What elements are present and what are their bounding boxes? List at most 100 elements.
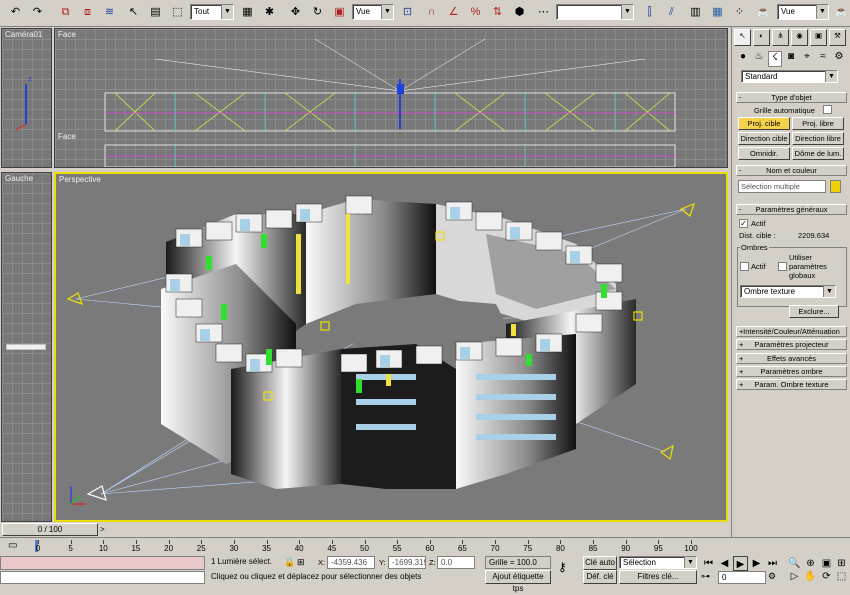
- mirror-icon[interactable]: ⫿: [640, 3, 659, 22]
- go-to-start-icon[interactable]: ⏮: [701, 556, 716, 571]
- select-link-icon[interactable]: ⧉: [56, 3, 75, 22]
- rollout-params-projecteur[interactable]: + Paramètres projecteur: [736, 339, 847, 350]
- key-filters-button[interactable]: Filtres clé...: [619, 570, 697, 584]
- layer-manager-icon[interactable]: ▥: [686, 3, 705, 22]
- proj-libre-button[interactable]: Proj. libre: [792, 117, 844, 130]
- time-config-icon[interactable]: ⚙: [768, 571, 776, 582]
- rollout-effets-avances[interactable]: + Effets avancés: [736, 353, 847, 364]
- maxscript-listener[interactable]: [0, 556, 205, 570]
- rollout-ombre-texture[interactable]: + Param. Ombre texture: [736, 379, 847, 390]
- auto-grid-checkbox[interactable]: [823, 105, 832, 114]
- previous-frame-icon[interactable]: ◀: [717, 556, 732, 571]
- undo-icon[interactable]: ↶: [6, 3, 25, 22]
- named-selection-select[interactable]: ▼: [556, 4, 634, 20]
- x-coord-field[interactable]: -4359.436: [327, 556, 375, 569]
- z-coord-field[interactable]: 0.0: [437, 556, 475, 569]
- snap-toggle-icon[interactable]: ∩: [422, 3, 441, 22]
- scale-icon[interactable]: ▣: [330, 3, 349, 22]
- curve-editor-icon[interactable]: ▦: [708, 3, 727, 22]
- quick-render-icon[interactable]: ☕: [832, 3, 850, 22]
- light-on-checkbox[interactable]: ✓: [739, 219, 748, 228]
- edit-named-selection-icon[interactable]: ⬢: [510, 3, 529, 22]
- helpers-icon[interactable]: ⌖: [800, 51, 814, 67]
- lock-icon[interactable]: 🔒: [284, 557, 295, 568]
- viewport-left[interactable]: Gauche: [1, 172, 52, 522]
- category-select[interactable]: Standard ▼: [741, 70, 838, 83]
- rollout-intensite[interactable]: + Intensité/Couleur/Atténuation: [736, 326, 847, 337]
- object-color-swatch[interactable]: [830, 180, 841, 193]
- object-name-field[interactable]: Sélection multiple: [738, 180, 826, 193]
- use-global-params-checkbox[interactable]: [778, 262, 787, 271]
- select-and-manipulate-icon[interactable]: ▦: [238, 3, 257, 22]
- exclude-button[interactable]: Exclure...: [789, 305, 839, 318]
- display-tab-icon[interactable]: ▣: [810, 29, 827, 46]
- bind-space-warp-icon[interactable]: ≋: [100, 3, 119, 22]
- proj-cible-button[interactable]: Proj. cible: [738, 117, 790, 130]
- current-frame-field[interactable]: 0: [718, 571, 766, 584]
- key-icon[interactable]: ⚷: [558, 560, 567, 574]
- next-frame-icon[interactable]: >: [100, 525, 105, 534]
- create-tab-icon[interactable]: ↖: [734, 29, 751, 46]
- rollout-type-objet[interactable]: - Type d'objet: [736, 92, 847, 103]
- named-selection-sets-icon[interactable]: ⋯: [534, 3, 553, 22]
- auto-key-button[interactable]: Clé auto: [583, 556, 617, 570]
- omnidir-button[interactable]: Omnidir.: [738, 147, 790, 160]
- material-editor-icon[interactable]: ⁘: [730, 3, 749, 22]
- track-bar-icon[interactable]: ▭: [8, 540, 17, 551]
- selection-filter-select[interactable]: Tout ▼: [190, 4, 234, 20]
- direction-cible-button[interactable]: Direction cible: [738, 132, 790, 145]
- crossing-icon[interactable]: ✱: [260, 3, 279, 22]
- shapes-icon[interactable]: ♨: [752, 51, 766, 67]
- set-key-button[interactable]: Déf. clé: [583, 570, 617, 584]
- geometry-icon[interactable]: ●: [736, 51, 750, 67]
- direction-libre-button[interactable]: Direction libre: [792, 132, 844, 145]
- maxscript-mini-listener[interactable]: [0, 571, 205, 584]
- track-bar[interactable]: 0 5 10 15 20 25 30 35 40 45 50 55 60 65 70 75 80 85 90 95 10…: [30, 540, 700, 554]
- motion-tab-icon[interactable]: ◉: [791, 29, 808, 46]
- unlink-icon[interactable]: ⧈: [78, 3, 97, 22]
- viewport-camera01-small[interactable]: Caméra01 z: [1, 28, 52, 168]
- rollout-nom-couleur[interactable]: - Nom et couleur: [736, 165, 847, 176]
- key-mode-icon[interactable]: ⊶: [701, 571, 710, 582]
- reference-coord-select[interactable]: Vue ▼: [352, 4, 394, 20]
- render-scene-icon[interactable]: ☕: [754, 3, 773, 22]
- rollout-params-generaux[interactable]: - Paramètres généraux: [736, 204, 847, 215]
- move-icon[interactable]: ✥: [286, 3, 305, 22]
- shadow-type-select[interactable]: Ombre texture ▼: [740, 285, 836, 298]
- modify-tab-icon[interactable]: ◐: [753, 29, 770, 46]
- spinner-snap-icon[interactable]: ⇅: [488, 3, 507, 22]
- angle-snap-icon[interactable]: ∠: [444, 3, 463, 22]
- y-coord-field[interactable]: -1699.319: [388, 556, 426, 569]
- maximize-viewport-icon[interactable]: ⬚: [834, 569, 849, 584]
- cameras-icon[interactable]: ◙: [784, 51, 798, 67]
- hierarchy-tab-icon[interactable]: ⋔: [772, 29, 789, 46]
- percent-snap-icon[interactable]: %: [466, 3, 485, 22]
- go-to-end-icon[interactable]: ⏭: [765, 556, 780, 571]
- time-slider-track[interactable]: 0 / 100 >: [0, 522, 731, 537]
- dome-lum-button[interactable]: Dôme de lum.: [792, 147, 844, 160]
- redo-icon[interactable]: ↷: [28, 3, 47, 22]
- render-type-select[interactable]: Vue ▼: [777, 4, 829, 20]
- select-object-icon[interactable]: ↖: [124, 3, 143, 22]
- pivot-center-icon[interactable]: ⊡: [398, 3, 417, 22]
- utilities-tab-icon[interactable]: ⚒: [829, 29, 846, 46]
- pan-icon[interactable]: ✋: [803, 569, 818, 584]
- time-slider-thumb[interactable]: 0 / 100: [2, 523, 98, 536]
- shadows-on-checkbox[interactable]: [740, 262, 749, 271]
- field-of-view-icon[interactable]: ▷: [787, 569, 802, 584]
- viewport-perspective[interactable]: Perspective: [54, 172, 728, 522]
- next-frame-button-icon[interactable]: ▶: [749, 556, 764, 571]
- rotate-icon[interactable]: ↻: [308, 3, 327, 22]
- select-by-name-icon[interactable]: ▤: [146, 3, 165, 22]
- rollout-params-ombre[interactable]: + Paramètres ombre: [736, 366, 847, 377]
- add-time-tag-button[interactable]: Ajout étiquette tps: [485, 570, 551, 593]
- arc-rotate-icon[interactable]: ⟳: [819, 569, 834, 584]
- systems-icon[interactable]: ⚙: [832, 51, 846, 67]
- space-warps-icon[interactable]: ≈: [816, 51, 830, 67]
- viewport-front[interactable]: Face Face: [54, 28, 728, 168]
- key-selection-select[interactable]: Sélection ▼: [619, 556, 697, 569]
- lights-icon[interactable]: ☇: [768, 51, 782, 67]
- play-icon[interactable]: ▶: [733, 556, 748, 571]
- rect-selection-icon[interactable]: ⬚: [168, 3, 187, 22]
- absolute-mode-icon[interactable]: ⊞: [297, 557, 305, 568]
